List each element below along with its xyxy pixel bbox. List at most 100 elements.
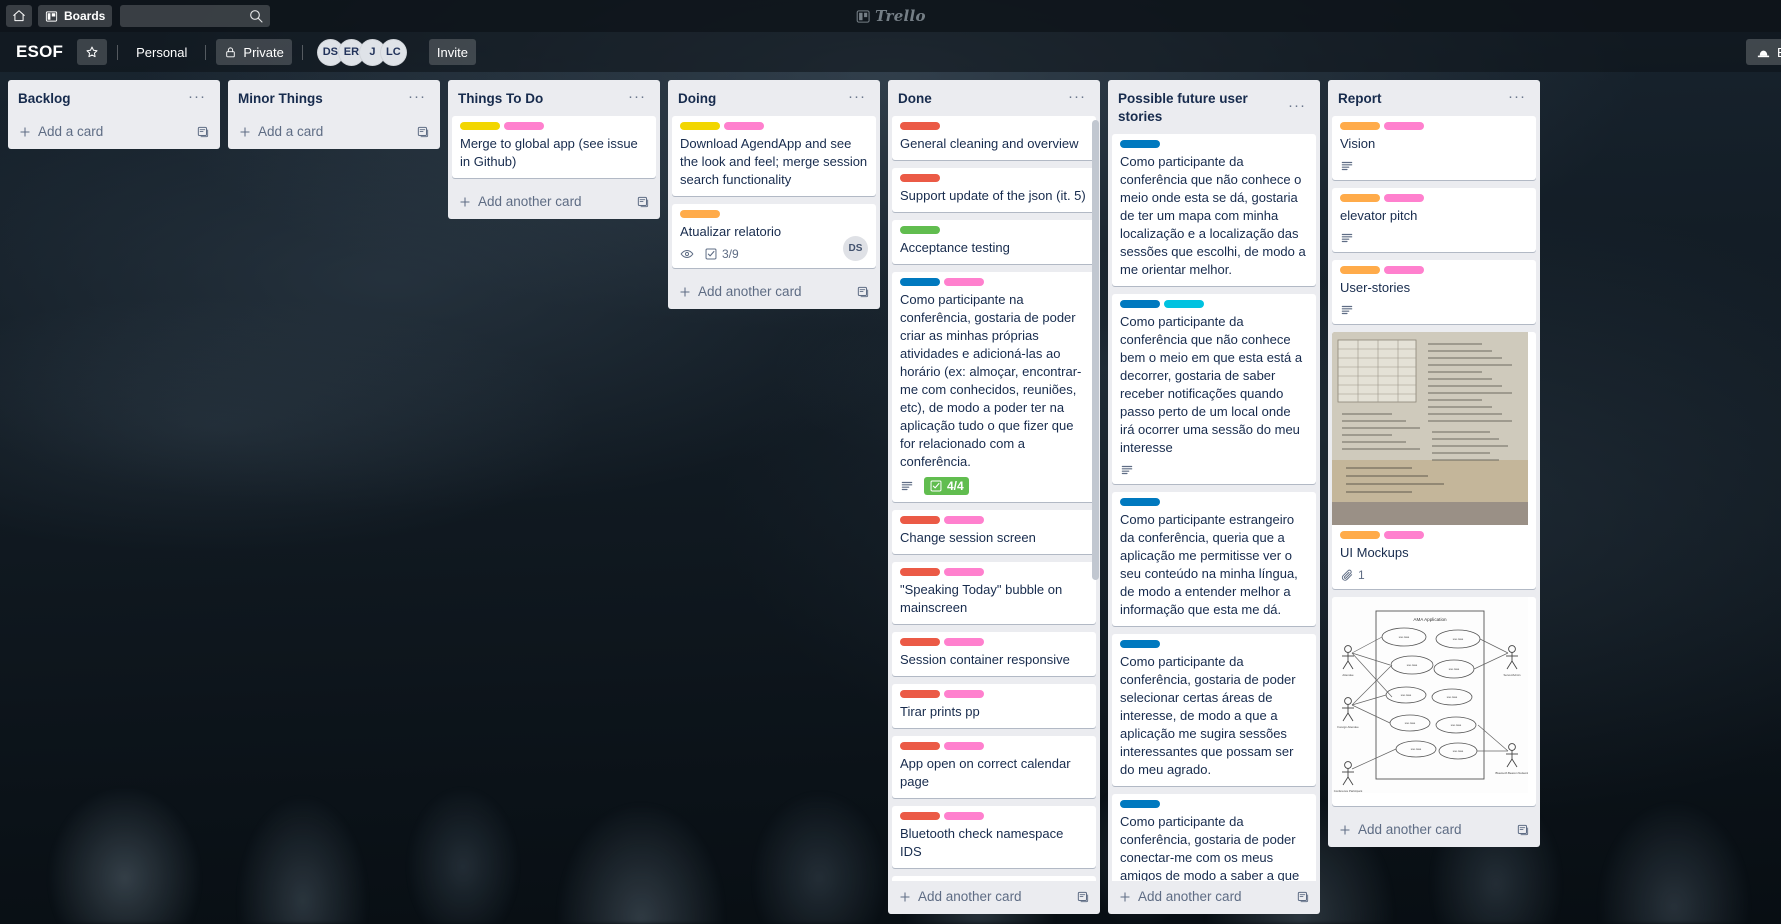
card[interactable]: UI Mockups 1 xyxy=(1332,332,1536,589)
card-list[interactable]: Como participante da conferência que não… xyxy=(1108,134,1320,881)
card-member-avatar[interactable]: DS xyxy=(843,236,868,261)
card-template-icon[interactable] xyxy=(1296,890,1310,904)
label-pink[interactable] xyxy=(944,812,984,820)
add-card-button[interactable]: Add another card xyxy=(1108,881,1320,914)
label-red[interactable] xyxy=(900,568,940,576)
label-blue[interactable] xyxy=(1120,498,1160,506)
trello-logo[interactable]: Trello xyxy=(855,7,926,25)
invite-button[interactable]: Invite xyxy=(428,39,476,65)
card[interactable]: elevator pitch xyxy=(1332,188,1536,252)
list-title[interactable]: Doing xyxy=(678,90,716,108)
card[interactable]: Atualizar relatorio 3/9 DS xyxy=(672,204,876,268)
card-template-icon[interactable] xyxy=(1516,823,1530,837)
card[interactable]: Timeout macro in bluetooth xyxy=(892,876,1096,881)
label-pink[interactable] xyxy=(1384,531,1424,539)
card[interactable]: Download AgendApp and see the look and f… xyxy=(672,116,876,196)
card-list[interactable]: Vision elevator pitch User-stories UI Mocku… xyxy=(1328,116,1540,814)
card[interactable]: App open on correct calendar page xyxy=(892,736,1096,798)
list-title[interactable]: Backlog xyxy=(18,90,71,108)
card[interactable]: AMA Application use case use case use case u… xyxy=(1332,597,1536,806)
star-board-button[interactable] xyxy=(77,39,108,65)
card-template-icon[interactable] xyxy=(1076,890,1090,904)
card[interactable]: Change session screen xyxy=(892,510,1096,554)
search-icon[interactable] xyxy=(248,8,264,24)
card[interactable]: Merge to global app (see issue in Github… xyxy=(452,116,656,178)
card[interactable]: Session container responsive xyxy=(892,632,1096,676)
label-blue[interactable] xyxy=(900,278,940,286)
list-menu-button[interactable]: ··· xyxy=(842,89,872,107)
board-canvas[interactable]: Backlog ··· Add a card Minor Things ··· Add a… xyxy=(0,72,1781,924)
add-card-button[interactable]: Add another card xyxy=(448,186,660,219)
card[interactable]: Como participante da conferência, gostar… xyxy=(1112,794,1316,881)
card[interactable]: User-stories xyxy=(1332,260,1536,324)
search-box[interactable] xyxy=(120,5,271,27)
card[interactable]: Tirar prints pp xyxy=(892,684,1096,728)
label-orange[interactable] xyxy=(1340,122,1380,130)
label-pink[interactable] xyxy=(944,638,984,646)
card-template-icon[interactable] xyxy=(856,285,870,299)
avatar[interactable]: LC xyxy=(379,38,407,66)
add-card-button[interactable]: Add another card xyxy=(668,276,880,309)
card[interactable]: "Speaking Today" bubble on mainscreen xyxy=(892,562,1096,624)
butler-button[interactable]: Butler xyxy=(1746,39,1781,65)
card-list[interactable]: General cleaning and overview Support upd… xyxy=(888,116,1100,881)
list-menu-button[interactable]: ··· xyxy=(1282,98,1312,116)
card[interactable]: Bluetooth check namespace IDS xyxy=(892,806,1096,868)
label-red[interactable] xyxy=(900,516,940,524)
label-blue[interactable] xyxy=(1120,800,1160,808)
label-pink[interactable] xyxy=(944,568,984,576)
add-card-button[interactable]: Add another card xyxy=(1328,814,1540,847)
label-orange[interactable] xyxy=(1340,194,1380,202)
label-pink[interactable] xyxy=(1384,122,1424,130)
label-blue[interactable] xyxy=(1120,640,1160,648)
list-title[interactable]: Things To Do xyxy=(458,90,543,108)
label-red[interactable] xyxy=(900,690,940,698)
card[interactable]: General cleaning and overview xyxy=(892,116,1096,160)
list-title[interactable]: Report xyxy=(1338,90,1382,108)
label-pink[interactable] xyxy=(944,742,984,750)
card-list[interactable]: Download AgendApp and see the look and f… xyxy=(668,116,880,276)
label-pink[interactable] xyxy=(724,122,764,130)
label-pink[interactable] xyxy=(944,516,984,524)
card-template-icon[interactable] xyxy=(416,125,430,139)
card-template-icon[interactable] xyxy=(196,125,210,139)
card-list[interactable]: Merge to global app (see issue in Github… xyxy=(448,116,660,186)
card[interactable]: Como participante estrangeiro da conferê… xyxy=(1112,492,1316,626)
label-pink[interactable] xyxy=(944,278,984,286)
list-title[interactable]: Done xyxy=(898,90,932,108)
board-visibility-button[interactable]: Private xyxy=(216,39,292,65)
list-menu-button[interactable]: ··· xyxy=(1062,89,1092,107)
add-card-button[interactable]: Add a card xyxy=(8,116,220,149)
list-menu-button[interactable]: ··· xyxy=(182,89,212,107)
card[interactable]: Acceptance testing xyxy=(892,220,1096,264)
label-orange[interactable] xyxy=(1340,531,1380,539)
label-red[interactable] xyxy=(900,122,940,130)
card[interactable]: Vision xyxy=(1332,116,1536,180)
label-blue[interactable] xyxy=(1120,300,1160,308)
list-scrollbar[interactable] xyxy=(1092,120,1099,580)
label-orange[interactable] xyxy=(1340,266,1380,274)
card[interactable]: Support update of the json (it. 5) xyxy=(892,168,1096,212)
label-pink[interactable] xyxy=(1384,194,1424,202)
boards-button[interactable]: Boards xyxy=(38,5,113,27)
home-button[interactable] xyxy=(6,5,32,27)
label-yellow[interactable] xyxy=(460,122,500,130)
card[interactable]: Como participante da conferência que não… xyxy=(1112,294,1316,484)
label-red[interactable] xyxy=(900,174,940,182)
card[interactable]: Como participante da conferência, gostar… xyxy=(1112,634,1316,786)
board-team-button[interactable]: Personal xyxy=(128,39,195,65)
add-card-button[interactable]: Add another card xyxy=(888,881,1100,914)
label-red[interactable] xyxy=(900,742,940,750)
list-menu-button[interactable]: ··· xyxy=(622,89,652,107)
label-pink[interactable] xyxy=(504,122,544,130)
label-green[interactable] xyxy=(900,226,940,234)
list-title[interactable]: Possible future user stories xyxy=(1118,90,1282,126)
label-pink[interactable] xyxy=(1384,266,1424,274)
label-red[interactable] xyxy=(900,812,940,820)
list-menu-button[interactable]: ··· xyxy=(402,89,432,107)
label-red[interactable] xyxy=(900,638,940,646)
label-pink[interactable] xyxy=(944,690,984,698)
list-title[interactable]: Minor Things xyxy=(238,90,323,108)
list-menu-button[interactable]: ··· xyxy=(1502,89,1532,107)
label-orange[interactable] xyxy=(680,210,720,218)
